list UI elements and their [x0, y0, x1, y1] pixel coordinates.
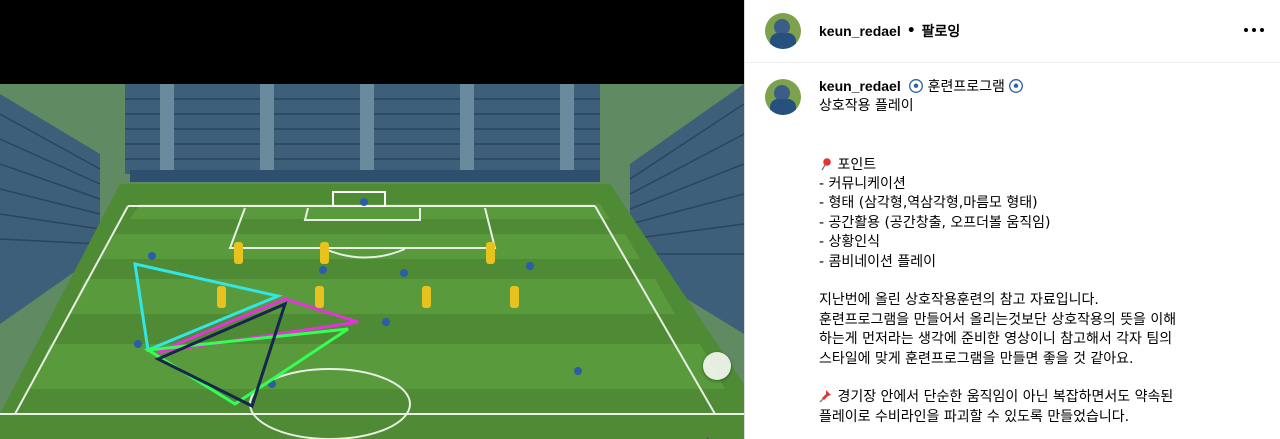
caption-first-line: keun_redael 훈련프로그램	[819, 77, 1264, 97]
points-heading: 포인트	[837, 156, 877, 173]
tactics-field-image	[0, 84, 744, 439]
post-sidebar: keun_redael • 팔로잉 keun_redael 훈련프로그램 상호작…	[744, 0, 1280, 439]
post-caption: keun_redael 훈련프로그램 상호작용 플레이 포인트 - 커뮤니케이션…	[745, 63, 1280, 427]
closing-line-first: 경기장 안에서 단순한 움직임이 아닌 복잡하면서도 약속된	[819, 388, 1264, 407]
caption-title: 훈련프로그램	[927, 79, 1005, 95]
paragraph-line: 스타일에 맞게 훈련프로그램을 만들면 좋을 것 같아요.	[819, 350, 1134, 367]
caption-username[interactable]: keun_redael	[819, 78, 901, 94]
soccer-ball-icon	[1009, 79, 1024, 93]
post-media	[0, 0, 744, 439]
caption-body: keun_redael 훈련프로그램 상호작용 플레이 포인트 - 커뮤니케이션…	[819, 77, 1264, 427]
closing-line: 플레이로 수비라인을 파괴할 수 있도록 만들었습니다.	[819, 408, 1130, 425]
point-item: - 커뮤니케이션	[819, 176, 906, 192]
more-horizontal-icon	[1244, 28, 1264, 32]
next-media-button[interactable]	[703, 352, 731, 439]
author-username[interactable]: keun_redael	[819, 23, 901, 39]
point-item: - 상황인식	[819, 234, 881, 251]
closing-text: 경기장 안에서 단순한 움직임이 아닌 복잡하면서도 약속된	[837, 389, 1174, 406]
more-options-button[interactable]	[1242, 18, 1266, 42]
paragraph-line: 하는게 먼저라는 생각에 준비한 영상이니 참고해서 각자 팀의	[819, 331, 1173, 348]
pushpin-icon	[819, 390, 831, 403]
round-pushpin-icon	[821, 157, 831, 170]
caption-subtitle: 상호작용 플레이	[819, 98, 914, 115]
point-item: - 콤비네이션 플레이	[819, 253, 936, 270]
caption-avatar[interactable]	[765, 79, 801, 115]
avatar[interactable]	[765, 13, 801, 49]
paragraph-line: 훈련프로그램을 만들어서 올리는것보단 상호작용의 뜻을 이해	[819, 311, 1177, 328]
post-header: keun_redael • 팔로잉	[745, 0, 1280, 63]
separator-dot: •	[906, 23, 916, 39]
points-heading-line: 포인트	[819, 156, 1264, 175]
soccer-ball-icon	[909, 79, 924, 93]
paragraph-line: 지난번에 올린 상호작용훈련의 참고 자료입니다.	[819, 292, 1099, 309]
instagram-post-view: keun_redael • 팔로잉 keun_redael 훈련프로그램 상호작…	[0, 0, 1280, 439]
point-item: - 공간활용 (공간창출, 오프더볼 움직임)	[819, 214, 1051, 231]
point-item: - 형태 (삼각형,역삼각형,마름모 형태)	[819, 195, 1038, 212]
following-button[interactable]: 팔로잉	[922, 21, 961, 41]
